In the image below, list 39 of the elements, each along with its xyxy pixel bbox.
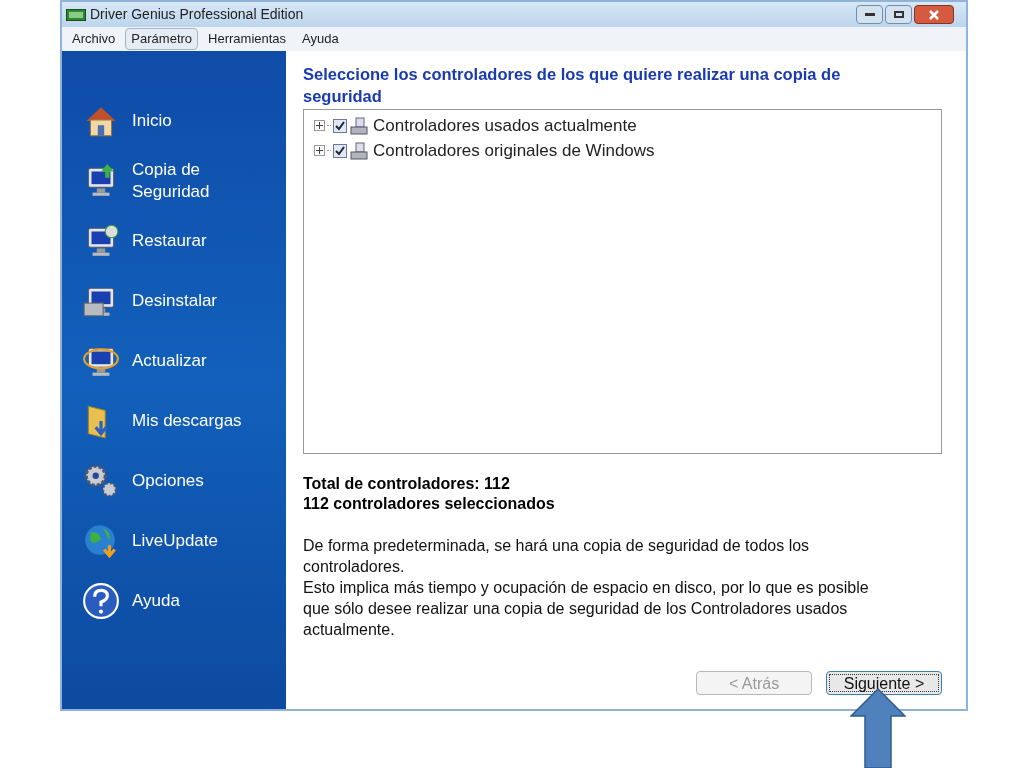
wizard-button[interactable]: Siguiente > — [826, 671, 942, 695]
menu-item[interactable]: Parámetro — [125, 28, 199, 50]
maximize-button[interactable] — [885, 5, 912, 24]
drive-icon — [349, 141, 369, 160]
sidebar-item[interactable]: Desinstalar — [82, 271, 286, 331]
sidebar-item[interactable]: Inicio — [82, 91, 286, 151]
gears-icon — [82, 462, 120, 500]
plus-icon — [316, 122, 323, 129]
sidebar-item[interactable]: Actualizar — [82, 331, 286, 391]
plus-icon — [316, 147, 323, 154]
menu-item[interactable]: Archivo — [66, 28, 122, 50]
menu-item[interactable]: Herramientas — [202, 28, 293, 50]
app-logo-icon — [66, 8, 86, 21]
tree-checkbox[interactable] — [333, 118, 347, 133]
check-icon — [335, 120, 345, 131]
tree-item-label[interactable]: Controladores usados actualmente — [373, 112, 637, 139]
tree-checkbox[interactable] — [333, 143, 347, 158]
sidebar-item[interactable]: Opciones — [82, 451, 286, 511]
description-text: De forma predeterminada, se hará una copia de seguridad de todos los controladores. — [303, 536, 811, 577]
minimize-button[interactable] — [856, 5, 883, 24]
close-button[interactable] — [914, 5, 954, 24]
close-icon — [929, 9, 939, 20]
check-icon — [335, 145, 345, 156]
section-heading: Seleccione los controladores de los que quiere realizar una copia de seguridad — [303, 64, 842, 107]
menu-item[interactable]: Ayuda — [296, 28, 345, 50]
selected-count-text: 112 controladores seleccionados — [303, 494, 556, 514]
expand-toggle[interactable] — [314, 145, 325, 156]
expand-toggle[interactable] — [314, 120, 325, 131]
drive-icon — [349, 116, 369, 135]
sidebar-item[interactable]: Mis descargas — [82, 391, 286, 451]
window-title: Driver Genius Professional Edition — [90, 5, 304, 24]
description-text: Esto implica más tiempo y ocupación de espacio en disco, por lo que es posible que sólo desee realizar una copia de seguridad de los Controladores usados actualmente. — [303, 578, 870, 640]
sidebar-item[interactable]: Restaurar — [82, 211, 286, 271]
tree-item-label[interactable]: Controladores originales de Windows — [373, 137, 655, 164]
total-count-text: Total de controladores: 112 — [303, 474, 511, 494]
sidebar-item[interactable]: Ayuda — [82, 571, 286, 631]
help-icon — [82, 582, 120, 620]
sidebar-item[interactable]: LiveUpdate — [82, 511, 286, 571]
sidebar-item[interactable]: Copia de Seguridad — [82, 151, 286, 211]
